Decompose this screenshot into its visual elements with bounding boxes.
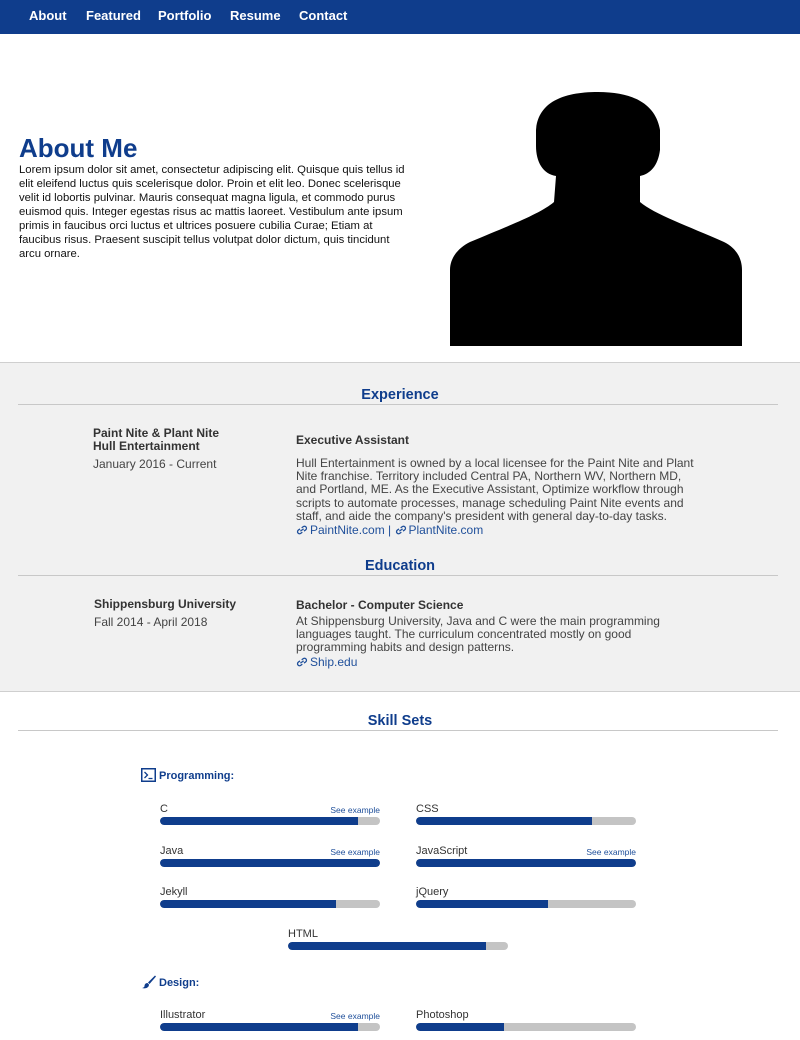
skills-title: Skill Sets [367, 713, 433, 729]
education-school: Shippensburg University [94, 597, 237, 611]
programming-category: Programming: [141, 768, 234, 782]
skills-divider [18, 730, 778, 731]
nav-resume-link[interactable]: Resume [230, 8, 281, 23]
see-example-link[interactable]: See example [586, 847, 636, 857]
nav-featured-link[interactable]: Featured [86, 8, 141, 23]
navbar: About Featured Portfolio Resume Contact [0, 0, 800, 34]
skill-jekyll: Jekyll [160, 886, 380, 912]
skill-progress-track [416, 900, 636, 908]
skill-progress-fill [416, 817, 592, 825]
skill-name: Photoshop [416, 1009, 469, 1021]
ship-edu-link-label: Ship.edu [310, 655, 358, 669]
skill-name: CSS [416, 803, 439, 815]
experience-links: PaintNite.com | PlantNite.com [296, 523, 483, 537]
terminal-icon [141, 768, 156, 782]
skill-css: CSS [416, 803, 636, 829]
link-icon [296, 657, 308, 667]
skill-progress-track [288, 942, 508, 950]
skill-progress-fill [416, 900, 548, 908]
skill-progress-fill [288, 942, 486, 950]
about-title: About Me [19, 133, 138, 163]
skill-name: Java [160, 845, 184, 857]
skill-progress-track [416, 859, 636, 867]
design-category: Design: [141, 975, 199, 989]
see-example-link[interactable]: See example [330, 847, 380, 857]
skill-progress-fill [416, 1023, 504, 1031]
link-separator: | [388, 523, 392, 537]
skill-progress-fill [160, 900, 336, 908]
experience-description: Hull Entertainment is owned by a local l… [296, 456, 694, 523]
profile-silhouette-image [450, 92, 742, 346]
skill-name: JavaScript [416, 845, 468, 857]
paintnite-link-label: PaintNite.com [310, 523, 385, 537]
programming-label: Programming: [159, 770, 235, 782]
experience-org: Paint Nite & Plant Nite Hull Entertainme… [93, 427, 219, 453]
skill-name: Jekyll [160, 886, 188, 898]
skill-name: jQuery [416, 886, 449, 898]
education-divider [18, 575, 778, 576]
skill-progress-track [160, 859, 380, 867]
plantnite-link[interactable]: PlantNite.com [395, 523, 484, 537]
skill-progress-track [160, 900, 380, 908]
skill-progress-track [160, 1023, 380, 1031]
paintbrush-icon [142, 975, 156, 989]
nav-about-link[interactable]: About [29, 8, 67, 23]
skill-progress-fill [160, 817, 358, 825]
experience-title: Experience [361, 387, 439, 403]
education-degree: Bachelor - Computer Science [296, 598, 464, 612]
skill-java: Java See example [160, 845, 380, 871]
skill-jquery: jQuery [416, 886, 636, 912]
nav-contact-link[interactable]: Contact [299, 8, 347, 23]
experience-education-section: Experience Paint Nite & Plant Nite Hull … [0, 362, 800, 692]
experience-dates: January 2016 - Current [93, 457, 217, 471]
ship-edu-link[interactable]: Ship.edu [296, 655, 357, 669]
skill-name: HTML [288, 928, 318, 940]
plantnite-link-label: PlantNite.com [408, 523, 484, 537]
education-dates: Fall 2014 - April 2018 [94, 615, 208, 629]
education-description: At Shippensburg University, Java and C w… [296, 614, 660, 655]
see-example-link[interactable]: See example [330, 1011, 380, 1021]
skill-html: HTML [288, 928, 508, 954]
skill-name: C [160, 803, 168, 815]
experience-company: Hull Entertainment [93, 439, 200, 453]
skill-name: Illustrator [160, 1009, 206, 1021]
education-links: Ship.edu [296, 655, 357, 669]
skill-progress-track [416, 1023, 636, 1031]
skill-progress-fill [416, 859, 636, 867]
skill-c: C See example [160, 803, 380, 829]
about-text: Lorem ipsum dolor sit amet, consectetur … [19, 164, 405, 260]
design-label: Design: [159, 977, 200, 989]
skill-javascript: JavaScript See example [416, 845, 636, 871]
education-title: Education [364, 558, 436, 574]
skill-photoshop: Photoshop [416, 1009, 636, 1035]
paintnite-link[interactable]: PaintNite.com [296, 523, 385, 537]
skill-illustrator: Illustrator See example [160, 1009, 380, 1035]
link-icon [395, 525, 406, 535]
link-icon [296, 525, 308, 535]
skill-progress-fill [160, 1023, 358, 1031]
experience-divider [18, 404, 778, 405]
see-example-link[interactable]: See example [330, 805, 380, 815]
skill-progress-fill [160, 859, 380, 867]
skill-progress-track [416, 817, 636, 825]
experience-role: Executive Assistant [296, 433, 409, 447]
skill-progress-track [160, 817, 380, 825]
nav-portfolio-link[interactable]: Portfolio [158, 8, 211, 23]
